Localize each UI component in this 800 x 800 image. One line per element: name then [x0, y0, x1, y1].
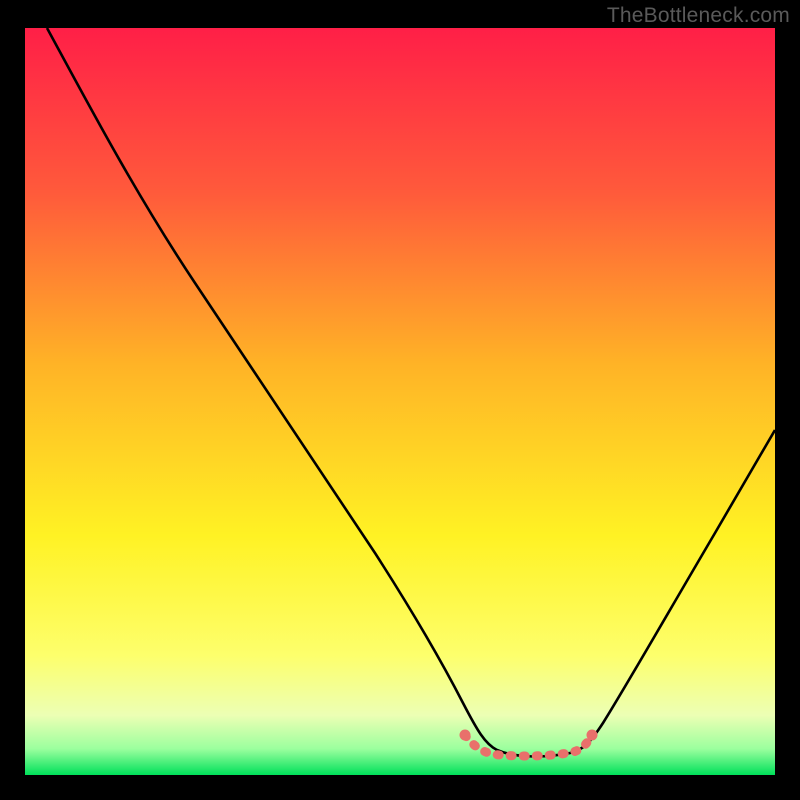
watermark-text: TheBottleneck.com [607, 4, 790, 28]
optimal-range-start-dot [460, 730, 471, 741]
chart-curves [25, 28, 775, 775]
optimal-range-end-dot [587, 730, 598, 741]
bottleneck-curve [47, 28, 775, 756]
plot-area [25, 28, 775, 775]
chart-frame: TheBottleneck.com [0, 0, 800, 800]
